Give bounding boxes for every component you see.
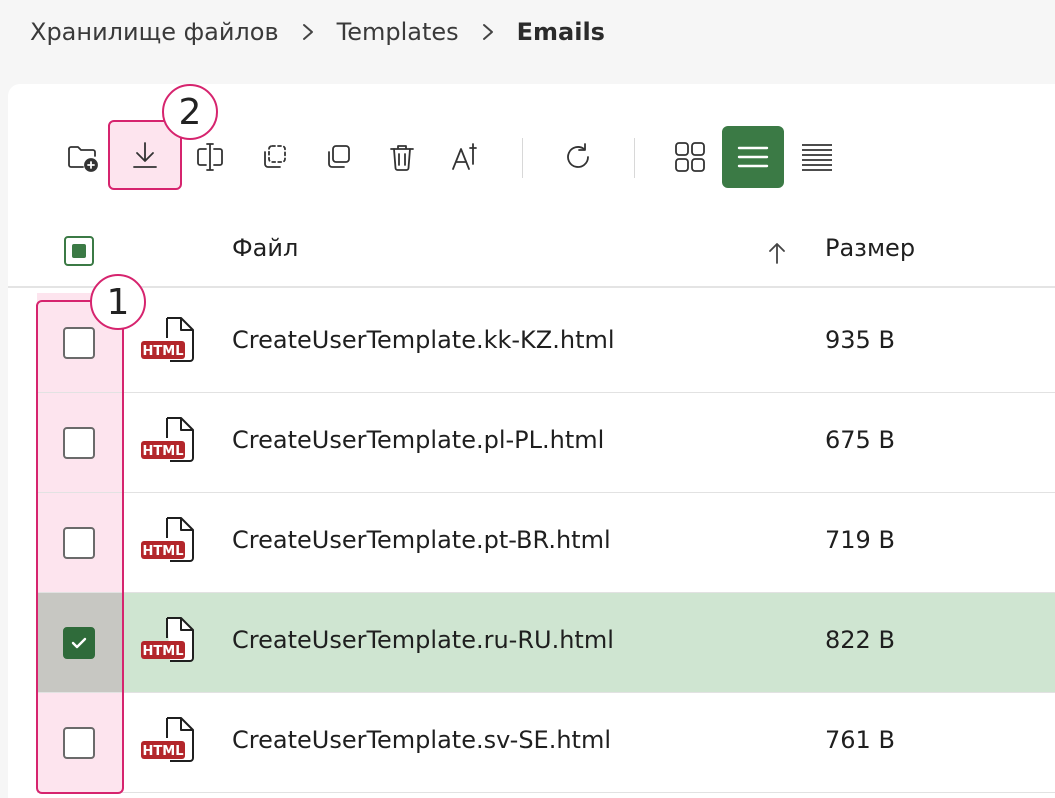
column-header-file[interactable]: Файл <box>232 234 298 262</box>
row-checkbox[interactable] <box>63 527 95 559</box>
file-name[interactable]: CreateUserTemplate.pt-BR.html <box>232 526 611 554</box>
compact-list-view-button[interactable] <box>786 126 848 188</box>
html-file-icon: HTML <box>139 615 197 665</box>
row-select-cell <box>37 493 123 592</box>
checkmark-icon <box>71 637 87 649</box>
svg-text:HTML: HTML <box>143 744 184 759</box>
file-manager-page: Хранилище файлов Templates Emails 2 Файл… <box>0 0 1055 798</box>
callout-badge-1: 1 <box>90 274 146 330</box>
breadcrumb: Хранилище файлов Templates Emails <box>30 16 605 48</box>
sort-ascending-icon[interactable] <box>766 240 788 266</box>
file-size: 761 B <box>825 726 895 754</box>
breadcrumb-current: Emails <box>516 18 605 46</box>
table-row[interactable]: HTML CreateUserTemplate.kk-KZ.html 935 B <box>37 293 1055 393</box>
column-header-size[interactable]: Размер <box>825 234 915 262</box>
indeterminate-mark <box>72 244 86 258</box>
trash-icon <box>390 145 414 171</box>
file-name[interactable]: CreateUserTemplate.sv-SE.html <box>232 726 611 754</box>
html-file-icon: HTML <box>139 515 197 565</box>
copy-button[interactable] <box>308 124 368 190</box>
download-icon <box>133 142 157 168</box>
file-size: 935 B <box>825 326 895 354</box>
list-view-button[interactable] <box>722 126 784 188</box>
list-view-icon <box>737 146 769 168</box>
breadcrumb-item-templates[interactable]: Templates <box>337 18 459 46</box>
select-all-checkbox[interactable] <box>64 236 94 266</box>
svg-text:HTML: HTML <box>143 644 184 659</box>
file-name[interactable]: CreateUserTemplate.ru-RU.html <box>232 626 614 654</box>
copy-icon <box>328 145 350 168</box>
row-checkbox[interactable] <box>63 327 95 359</box>
file-size: 719 B <box>825 526 895 554</box>
breadcrumb-item-storage[interactable]: Хранилище файлов <box>30 18 279 46</box>
svg-text:HTML: HTML <box>143 344 184 359</box>
table-row[interactable]: HTML CreateUserTemplate.sv-SE.html 761 B <box>37 693 1055 793</box>
toolbar-divider <box>634 138 635 178</box>
html-file-icon: HTML <box>139 715 197 765</box>
table-row[interactable]: HTML CreateUserTemplate.pt-BR.html 719 B <box>37 493 1055 593</box>
chevron-right-icon <box>301 23 315 41</box>
grid-view-icon <box>675 142 705 172</box>
grid-view-button[interactable] <box>659 126 721 188</box>
row-select-cell <box>37 593 123 692</box>
delete-button[interactable] <box>372 124 432 190</box>
text-size-button[interactable] <box>436 124 496 190</box>
text-size-icon <box>452 143 477 170</box>
svg-text:HTML: HTML <box>143 444 184 459</box>
rename-icon <box>197 143 223 171</box>
file-size: 822 B <box>825 626 895 654</box>
row-select-cell <box>37 693 123 792</box>
table-row[interactable]: HTML CreateUserTemplate.ru-RU.html 822 B <box>37 593 1055 693</box>
move-button[interactable] <box>244 124 304 190</box>
refresh-icon <box>567 143 589 168</box>
row-checkbox[interactable] <box>63 427 95 459</box>
html-file-icon: HTML <box>139 315 197 365</box>
row-select-cell <box>37 393 123 492</box>
svg-text:HTML: HTML <box>143 544 184 559</box>
file-name[interactable]: CreateUserTemplate.kk-KZ.html <box>232 326 615 354</box>
refresh-button[interactable] <box>548 124 608 190</box>
file-name[interactable]: CreateUserTemplate.pl-PL.html <box>232 426 604 454</box>
folder-plus-icon <box>68 146 98 172</box>
compact-list-icon <box>802 144 832 171</box>
html-file-icon: HTML <box>139 415 197 465</box>
chevron-right-icon <box>481 23 495 41</box>
callout-badge-2: 2 <box>162 84 218 140</box>
move-icon <box>264 145 286 168</box>
row-checkbox[interactable] <box>63 627 95 659</box>
row-checkbox[interactable] <box>63 727 95 759</box>
new-folder-button[interactable] <box>52 124 112 190</box>
file-size: 675 B <box>825 426 895 454</box>
table-row[interactable]: HTML CreateUserTemplate.pl-PL.html 675 B <box>37 393 1055 493</box>
toolbar-divider <box>522 138 523 178</box>
